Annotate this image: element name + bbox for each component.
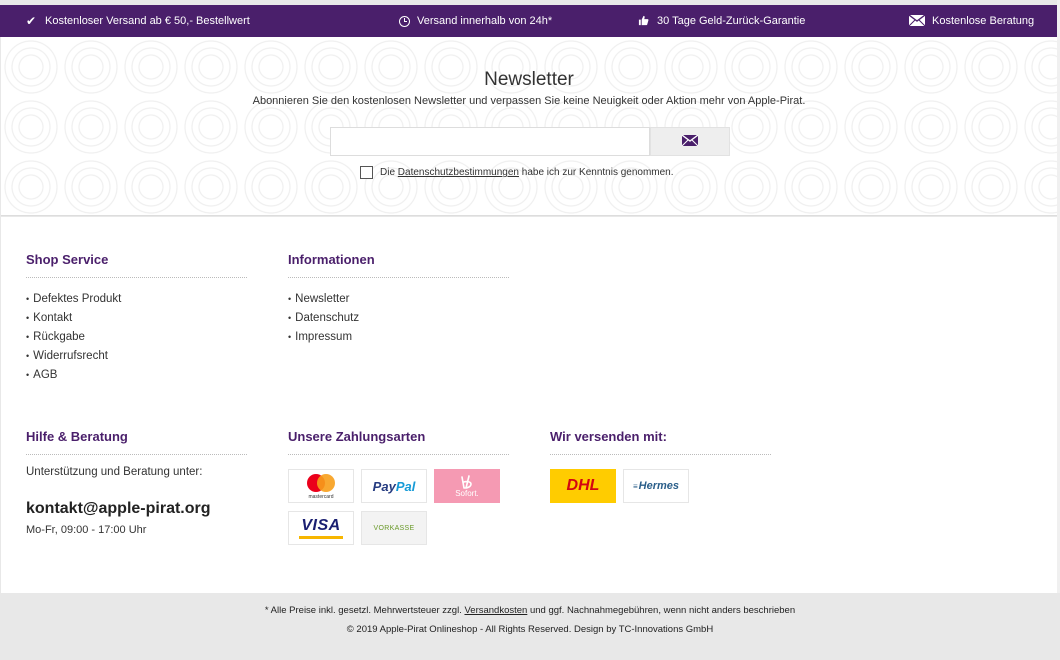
consent-suffix: habe ich zur Kenntnis genommen. bbox=[521, 167, 674, 178]
paypal-logo: Pay Pal bbox=[361, 469, 427, 503]
vorkasse-logo: VORKASSE bbox=[361, 511, 427, 545]
footer-link-defective-product[interactable]: Defektes Produkt bbox=[26, 290, 247, 309]
envelope-icon bbox=[908, 13, 925, 28]
clock-icon bbox=[399, 15, 410, 27]
footer-link-imprint[interactable]: Impressum bbox=[288, 328, 509, 347]
usp-money-back-label: 30 Tage Geld-Zurück-Garantie bbox=[657, 15, 806, 27]
help-text: Unterstützung und Beratung unter: bbox=[26, 466, 203, 478]
newsletter-email-input[interactable] bbox=[330, 127, 650, 156]
help-column: Hilfe & Beratung Unterstützung und Berat… bbox=[26, 429, 247, 536]
usp-bar: ✔ Kostenloser Versand ab € 50,- Bestellw… bbox=[0, 5, 1057, 37]
newsletter-title: Newsletter bbox=[484, 69, 574, 90]
information-list: Newsletter Datenschutz Impressum bbox=[288, 290, 509, 347]
legal-bar: * Alle Preise inkl. gesetzl. Mehrwertste… bbox=[0, 593, 1060, 660]
hermes-label: Hermes bbox=[638, 480, 680, 492]
copyright: © 2019 Apple-Pirat Onlineshop - All Righ… bbox=[346, 624, 714, 635]
victory-hand-icon bbox=[461, 474, 472, 489]
footer-link-withdrawal[interactable]: Widerrufsrecht bbox=[26, 347, 247, 366]
visa-stripe bbox=[299, 536, 343, 539]
usp-money-back: 30 Tage Geld-Zurück-Garantie bbox=[636, 5, 805, 37]
privacy-policy-link[interactable]: Datenschutzbestimmungen bbox=[398, 167, 519, 178]
shipping-column: Wir versenden mit: DHL ≡ Hermes bbox=[550, 429, 771, 509]
newsletter-subtitle: Abonnieren Sie den kostenlosen Newslette… bbox=[252, 95, 806, 107]
mastercard-label: mastercard bbox=[308, 494, 333, 500]
paypal-label-pal: Pal bbox=[395, 478, 416, 494]
newsletter-submit-button[interactable] bbox=[650, 127, 730, 156]
check-icon: ✔ bbox=[25, 14, 37, 28]
help-hours: Mo-Fr, 09:00 - 17:00 Uhr bbox=[26, 524, 147, 536]
shop-service-title: Shop Service bbox=[26, 252, 247, 278]
sofort-label: Sofort. bbox=[455, 488, 479, 498]
footer-link-returns[interactable]: Rückgabe bbox=[26, 328, 247, 347]
usp-free-advice: Kostenlose Beratung bbox=[908, 5, 1034, 37]
footer-link-contact[interactable]: Kontakt bbox=[26, 309, 247, 328]
vorkasse-label: VORKASSE bbox=[373, 524, 415, 532]
price-notice-suffix: und ggf. Nachnahmegebühren, wenn nicht a… bbox=[529, 605, 796, 616]
footer-link-newsletter[interactable]: Newsletter bbox=[288, 290, 509, 309]
information-title: Informationen bbox=[288, 252, 509, 278]
information-column: Informationen Newsletter Datenschutz Imp… bbox=[288, 252, 509, 347]
newsletter-section: Newsletter Abonnieren Sie den kostenlose… bbox=[1, 37, 1057, 216]
footer-link-privacy[interactable]: Datenschutz bbox=[288, 309, 509, 328]
shop-service-list: Defektes Produkt Kontakt Rückgabe Widerr… bbox=[26, 290, 247, 385]
price-notice-prefix: * Alle Preise inkl. gesetzl. Mehrwertste… bbox=[264, 605, 462, 616]
usp-shipping-time-label: Versand innerhalb von 24h* bbox=[417, 15, 553, 27]
price-notice: * Alle Preise inkl. gesetzl. Mehrwertste… bbox=[0, 601, 1060, 620]
hermes-logo: ≡ Hermes bbox=[623, 469, 689, 503]
shipping-costs-link[interactable]: Versandkosten bbox=[464, 605, 527, 616]
sofort-logo: Sofort. bbox=[434, 469, 500, 503]
dhl-logo: DHL bbox=[550, 469, 616, 503]
usp-free-shipping: ✔ Kostenloser Versand ab € 50,- Bestellw… bbox=[24, 5, 250, 37]
consent-prefix: Die bbox=[380, 167, 396, 178]
help-email-link[interactable]: kontakt@apple-pirat.org bbox=[26, 500, 247, 518]
usp-shipping-time: Versand innerhalb von 24h* bbox=[399, 5, 552, 37]
paypal-label-pay: Pay bbox=[372, 478, 396, 494]
envelope-icon bbox=[681, 133, 699, 151]
shipping-title: Wir versenden mit: bbox=[550, 429, 771, 455]
payment-title: Unsere Zahlungsarten bbox=[288, 429, 509, 455]
footer-link-terms[interactable]: AGB bbox=[26, 366, 247, 385]
visa-logo: VISA bbox=[288, 511, 354, 545]
shop-service-column: Shop Service Defektes Produkt Kontakt Rü… bbox=[26, 252, 247, 385]
payment-column: Unsere Zahlungsarten mastercard Pay Pal S… bbox=[288, 429, 509, 549]
newsletter-consent: Die Datenschutzbestimmungen habe ich zur… bbox=[360, 166, 674, 179]
usp-free-shipping-label: Kostenloser Versand ab € 50,- Bestellwer… bbox=[45, 15, 250, 27]
visa-label: VISA bbox=[301, 517, 341, 534]
thumbs-up-icon bbox=[636, 15, 650, 28]
hermes-stripes-icon: ≡ bbox=[632, 481, 638, 491]
footer: Shop Service Defektes Produkt Kontakt Rü… bbox=[1, 217, 1057, 593]
consent-checkbox[interactable] bbox=[360, 166, 373, 179]
dhl-label: DHL bbox=[566, 477, 600, 494]
help-title: Hilfe & Beratung bbox=[26, 429, 247, 455]
usp-free-advice-label: Kostenlose Beratung bbox=[932, 15, 1035, 27]
mastercard-logo: mastercard bbox=[288, 469, 354, 503]
